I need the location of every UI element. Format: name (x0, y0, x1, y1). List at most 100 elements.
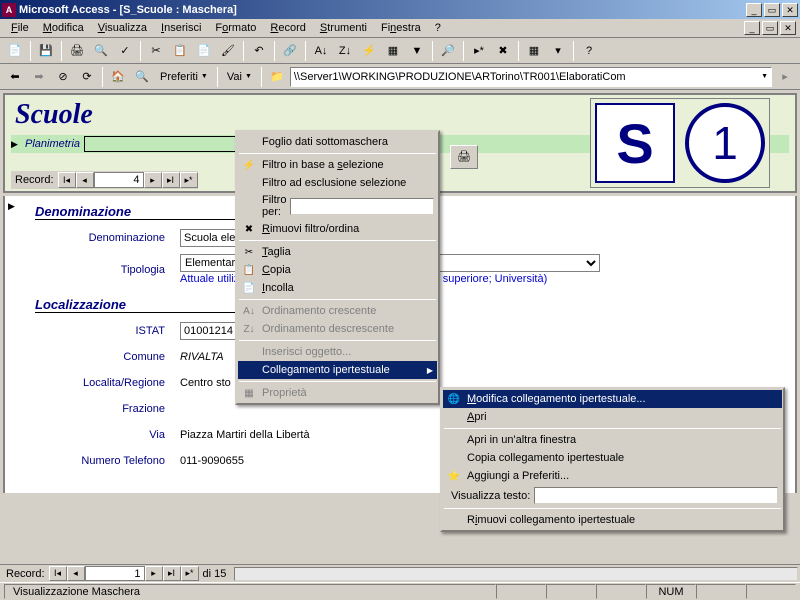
visualizza-testo-input[interactable] (534, 487, 778, 504)
ctx-collegamento-ipertestuale[interactable]: Collegamento ipertestuale▶ (238, 361, 437, 379)
telefono-label: Numero Telefono (35, 455, 180, 467)
s-icon: S (595, 103, 675, 183)
status-text: Visualizzazione Maschera (4, 584, 496, 599)
ctx-incolla[interactable]: 📄Incolla (238, 279, 437, 297)
status-cell-5 (696, 584, 746, 599)
filter-sel-button[interactable]: ⚡ (358, 40, 380, 62)
toolbar-web: ⬅ ➡ ⊘ ⟳ 🏠 🔍 Preferiti▼ Vai▼ 📁 \\Server1\… (0, 64, 800, 90)
status-num: NUM (646, 584, 696, 599)
sort-desc-icon: Z↓ (241, 324, 257, 335)
link-button[interactable]: 🔗 (279, 40, 301, 62)
refresh-button[interactable]: ⟳ (76, 66, 98, 88)
context-submenu: 🌐Modifica collegamento ipertestuale... A… (440, 387, 785, 532)
main-record-number-input[interactable] (85, 566, 145, 581)
menu-record[interactable]: Record (263, 20, 312, 36)
ctx-filtro-selezione[interactable]: ⚡Filtro in base a selezione (238, 156, 437, 174)
nav-prev-button[interactable]: ◂ (76, 172, 94, 188)
titlebar: A Microsoft Access - [S_Scuole : Mascher… (0, 0, 800, 19)
nav-first-button[interactable]: I◂ (58, 172, 76, 188)
print-form-button[interactable]: 🖨 (450, 145, 478, 169)
menu-help[interactable]: ? (428, 20, 448, 36)
delete-record-button[interactable]: ✖ (492, 40, 514, 62)
sort-desc-button[interactable]: Z↓ (334, 40, 356, 62)
save-button[interactable]: 💾 (35, 40, 57, 62)
status-cell-6 (746, 584, 796, 599)
sort-asc-button[interactable]: A↓ (310, 40, 332, 62)
sub-copia-collegamento[interactable]: Copia collegamento ipertestuale (443, 449, 782, 467)
new-record-button[interactable]: ▸* (468, 40, 490, 62)
copy-button[interactable]: 📋 (169, 40, 191, 62)
db-window-button[interactable]: ▦ (523, 40, 545, 62)
back-button[interactable]: ⬅ (4, 66, 26, 88)
sub-apri-altra[interactable]: Apri in un'altra finestra (443, 431, 782, 449)
format-button[interactable]: 🖌 (217, 40, 239, 62)
doc-minimize-button[interactable]: _ (744, 21, 760, 35)
main-nav-new-button[interactable]: ▸* (181, 566, 199, 581)
menu-strumenti[interactable]: Strumenti (313, 20, 374, 36)
help-button[interactable]: ? (578, 40, 600, 62)
filter-toggle-button[interactable]: ▼ (406, 40, 428, 62)
window-title: Microsoft Access - [S_Scuole : Maschera] (19, 4, 746, 16)
menu-finestra[interactable]: Finestra (374, 20, 428, 36)
menu-modifica[interactable]: Modifica (36, 20, 91, 36)
ctx-foglio-dati[interactable]: Foglio dati sottomaschera (238, 133, 437, 151)
filter-form-button[interactable]: ▦ (382, 40, 404, 62)
search-web-button[interactable]: 🔍 (131, 66, 153, 88)
localita-label: Localita/Regione (35, 377, 180, 389)
print-button[interactable]: 🖨 (66, 40, 88, 62)
doc-restore-button[interactable]: ▭ (762, 21, 778, 35)
tipologia-hint: Attuale utiliz (180, 273, 239, 285)
menu-formato[interactable]: Formato (208, 20, 263, 36)
ctx-copia[interactable]: 📋Copia (238, 261, 437, 279)
new-object-button[interactable]: ▾ (547, 40, 569, 62)
ctx-rimuovi-filtro[interactable]: ✖Rimuovi filtro/ordina (238, 220, 437, 238)
tipologia-label: Tipologia (35, 264, 180, 276)
nav-last-button[interactable]: ▸I (162, 172, 180, 188)
menu-inserisci[interactable]: Inserisci (154, 20, 208, 36)
favorites-dropdown[interactable]: Preferiti▼ (155, 69, 213, 85)
main-nav-prev-button[interactable]: ◂ (67, 566, 85, 581)
close-button[interactable]: ✕ (782, 3, 798, 17)
restore-button[interactable]: ▭ (764, 3, 780, 17)
find-button[interactable]: 🔎 (437, 40, 459, 62)
main-nav-next-button[interactable]: ▸ (145, 566, 163, 581)
go-dropdown[interactable]: Vai▼ (222, 69, 257, 85)
tab-marker-icon[interactable]: ▶ (8, 201, 18, 213)
go-button[interactable]: ▸ (774, 66, 796, 88)
record-number-input[interactable] (94, 172, 144, 188)
scrollbar-track[interactable] (234, 567, 798, 581)
home-button[interactable]: 🏠 (107, 66, 129, 88)
spell-button[interactable]: ✓ (114, 40, 136, 62)
ctx-filtro-esclusione[interactable]: Filtro ad esclusione selezione (238, 174, 437, 192)
minimize-button[interactable]: _ (746, 3, 762, 17)
record-count: di 15 (199, 568, 231, 580)
view-button[interactable]: 📄 (4, 40, 26, 62)
stop-button[interactable]: ⊘ (52, 66, 74, 88)
forward-button[interactable]: ➡ (28, 66, 50, 88)
remove-filter-icon: ✖ (241, 224, 257, 235)
app-icon: A (2, 3, 16, 17)
sub-rimuovi-collegamento[interactable]: Rimuovi collegamento ipertestuale (443, 511, 782, 529)
filtro-per-input[interactable] (290, 198, 434, 215)
paste-button[interactable]: 📄 (193, 40, 215, 62)
address-box[interactable]: \\Server1\WORKING\PRODUZIONE\ARTorino\TR… (290, 67, 772, 87)
ctx-inserisci-oggetto: Inserisci oggetto... (238, 343, 437, 361)
nav-next-button[interactable]: ▸ (144, 172, 162, 188)
main-nav-last-button[interactable]: ▸I (163, 566, 181, 581)
sub-aggiungi-preferiti[interactable]: ⭐Aggiungi a Preferiti... (443, 467, 782, 485)
sub-apri[interactable]: Apri (443, 408, 782, 426)
ctx-filtro-per[interactable]: Filtro per: (238, 192, 437, 220)
cut-button[interactable]: ✂ (145, 40, 167, 62)
main-nav-first-button[interactable]: I◂ (49, 566, 67, 581)
preview-button[interactable]: 🔍 (90, 40, 112, 62)
doc-close-button[interactable]: ✕ (780, 21, 796, 35)
undo-button[interactable]: ↶ (248, 40, 270, 62)
menubar: File Modifica Visualizza Inserisci Forma… (0, 19, 800, 38)
folder-icon[interactable]: 📁 (266, 66, 288, 88)
menu-visualizza[interactable]: Visualizza (91, 20, 154, 36)
nav-new-button[interactable]: ▸* (180, 172, 198, 188)
menu-file[interactable]: File (4, 20, 36, 36)
submenu-arrow-icon: ▶ (427, 366, 433, 375)
sub-modifica-collegamento[interactable]: 🌐Modifica collegamento ipertestuale... (443, 390, 782, 408)
ctx-taglia[interactable]: ✂Taglia (238, 243, 437, 261)
